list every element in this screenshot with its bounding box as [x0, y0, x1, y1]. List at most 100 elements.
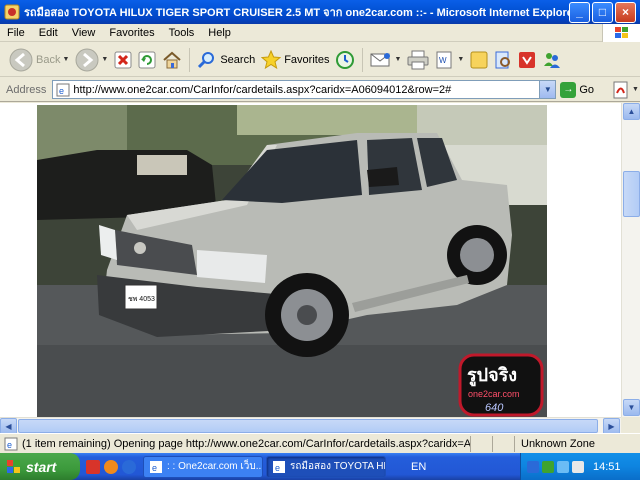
- menu-edit[interactable]: Edit: [32, 27, 65, 39]
- start-label: start: [26, 458, 57, 475]
- minimize-button[interactable]: _: [569, 1, 590, 23]
- menu-tools[interactable]: Tools: [162, 27, 202, 39]
- favorites-button[interactable]: Favorites: [258, 46, 332, 74]
- svg-text:e: e: [152, 463, 157, 473]
- toolbar-divider: [362, 47, 364, 72]
- task-label: : : One2car.com เว็บ...: [167, 461, 263, 472]
- history-button[interactable]: [332, 46, 358, 74]
- window-title: รถมือสอง TOYOTA HILUX TIGER SPORT CRUISE…: [24, 7, 569, 19]
- favorites-label: Favorites: [284, 53, 330, 66]
- car-photo: ชพ 4053 รูปจริง one2car.com 640: [37, 105, 547, 419]
- star-icon: [261, 49, 282, 69]
- taskbar-button-hilux[interactable]: e รถมือสอง TOYOTA HIL...: [266, 455, 386, 478]
- addon-button[interactable]: [515, 46, 539, 74]
- go-button[interactable]: → Go: [560, 81, 595, 98]
- ie-page-icon: e: [273, 460, 285, 473]
- ie-page-icon: e: [150, 460, 162, 473]
- security-zone: Unknown Zone: [514, 435, 640, 452]
- status-cell: [492, 435, 514, 452]
- go-arrow-icon: →: [560, 81, 577, 98]
- address-dropdown-icon[interactable]: ▼: [539, 81, 556, 98]
- forward-arrow-icon: [75, 48, 99, 71]
- scroll-down-icon[interactable]: ▼: [623, 399, 640, 416]
- ie-icon[interactable]: [122, 459, 136, 474]
- menu-file[interactable]: File: [0, 27, 32, 39]
- watermark-site: one2car.com: [468, 389, 520, 399]
- vertical-scrollbar[interactable]: ▲ ▼: [621, 103, 640, 417]
- task-label: รถมือสอง TOYOTA HIL...: [290, 461, 386, 472]
- address-field[interactable]: e http://www.one2car.com/CarInfor/cardet…: [52, 80, 557, 99]
- close-button[interactable]: ×: [615, 1, 636, 23]
- scroll-up-icon[interactable]: ▲: [623, 103, 640, 120]
- go-label: Go: [579, 83, 595, 96]
- taskbar-button-one2car[interactable]: e : : One2car.com เว็บ...: [143, 455, 263, 478]
- print-button[interactable]: [404, 46, 432, 74]
- vertical-scroll-thumb[interactable]: [623, 171, 640, 217]
- watermark-main: รูปจริง: [467, 365, 517, 387]
- stop-icon: [114, 51, 132, 68]
- search-icon: [198, 51, 215, 68]
- chevron-down-icon[interactable]: ▼: [457, 56, 464, 63]
- ie-page-icon: [4, 4, 20, 20]
- menu-help[interactable]: Help: [201, 27, 238, 39]
- clock: 14:51: [593, 460, 621, 473]
- edit-button[interactable]: W ▼: [432, 46, 467, 74]
- menu-favorites[interactable]: Favorites: [102, 27, 161, 39]
- history-icon: [336, 50, 355, 69]
- pdf-icon[interactable]: [612, 81, 630, 99]
- search-button[interactable]: Search: [194, 46, 258, 74]
- network-icon[interactable]: [557, 460, 569, 473]
- messenger-button[interactable]: [539, 46, 565, 74]
- back-button[interactable]: Back ▼: [6, 46, 72, 74]
- home-button[interactable]: [159, 46, 185, 74]
- addon-red-icon: [519, 51, 536, 68]
- mail-icon: [370, 52, 391, 66]
- quick-launch-app-icon[interactable]: [86, 459, 100, 474]
- quick-launch: [86, 459, 140, 474]
- firefox-icon[interactable]: [104, 459, 118, 474]
- volume-icon[interactable]: [572, 460, 584, 473]
- svg-text:W: W: [439, 56, 447, 65]
- menu-bar: File Edit View Favorites Tools Help: [0, 24, 640, 42]
- language-indicator[interactable]: EN: [411, 461, 426, 473]
- stop-button[interactable]: [111, 46, 135, 74]
- refresh-button[interactable]: [135, 46, 159, 74]
- ie-page-icon: e: [56, 83, 70, 96]
- svg-text:e: e: [7, 440, 12, 450]
- mail-button[interactable]: ▼: [367, 46, 404, 74]
- search-label: Search: [220, 53, 256, 66]
- chevron-down-icon[interactable]: ▼: [632, 86, 639, 93]
- status-text: (1 item remaining) Opening page http://w…: [22, 437, 470, 450]
- toolbar: Back ▼ ▼ Search Favorites ▼ W ▼: [0, 43, 640, 77]
- address-bar: Address e http://www.one2car.com/CarInfo…: [0, 78, 640, 102]
- maximize-button[interactable]: □: [592, 1, 613, 23]
- horizontal-scrollbar[interactable]: ◀ ▶: [0, 417, 621, 435]
- chevron-down-icon[interactable]: ▼: [394, 56, 401, 63]
- tray-arrow-icon[interactable]: [527, 460, 539, 473]
- status-bar: e (1 item remaining) Opening page http:/…: [0, 433, 640, 453]
- forward-button[interactable]: ▼: [72, 46, 111, 74]
- note-icon: [470, 51, 488, 68]
- home-icon: [163, 51, 182, 68]
- license-plate: ชพ 4053: [128, 296, 155, 303]
- research-button[interactable]: [491, 46, 515, 74]
- chevron-down-icon[interactable]: ▼: [62, 56, 69, 63]
- discuss-button[interactable]: [467, 46, 491, 74]
- messenger-icon: [544, 52, 561, 68]
- chevron-down-icon[interactable]: ▼: [101, 56, 108, 63]
- windows-logo-icon: [602, 24, 640, 42]
- system-tray: EN 14:51: [411, 453, 640, 480]
- tray-app-icon[interactable]: [542, 460, 554, 473]
- title-bar: รถมือสอง TOYOTA HILUX TIGER SPORT CRUISE…: [0, 0, 640, 24]
- back-arrow-icon: [9, 48, 33, 71]
- svg-text:e: e: [59, 86, 64, 96]
- menu-view[interactable]: View: [65, 27, 103, 39]
- horizontal-scroll-thumb[interactable]: [18, 419, 598, 433]
- research-icon: [495, 51, 511, 68]
- refresh-icon: [138, 51, 156, 68]
- url-text[interactable]: http://www.one2car.com/CarInfor/cardetai…: [73, 84, 539, 96]
- printer-icon: [407, 50, 429, 69]
- svg-text:e: e: [275, 463, 280, 473]
- page-content: ชพ 4053 รูปจริง one2car.com 640: [0, 103, 621, 433]
- start-button[interactable]: start: [0, 453, 80, 480]
